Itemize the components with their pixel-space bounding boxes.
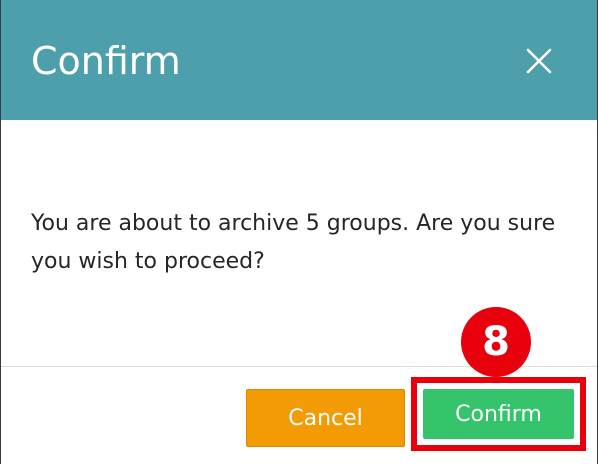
dialog-message: You are about to archive 5 groups. Are y… [31,211,556,274]
dialog-header: Confirm [1,0,597,120]
dialog-title: Confirm [31,39,181,83]
step-number-badge: 8 [461,307,531,377]
confirm-dialog: Confirm You are about to archive 5 group… [0,0,598,464]
confirm-button[interactable]: Confirm [423,389,574,439]
cancel-button[interactable]: Cancel [246,389,405,447]
close-icon[interactable] [521,43,557,79]
